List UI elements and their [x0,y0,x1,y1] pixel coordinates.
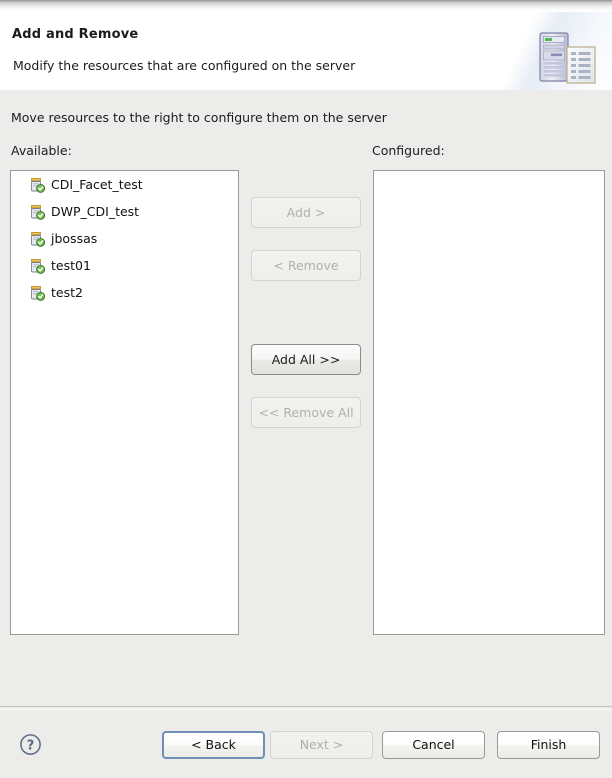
configured-label: Configured: [372,143,445,158]
module-jar-icon [29,177,46,193]
instruction-text: Move resources to the right to configure… [11,110,387,125]
server-and-document-icon [534,30,604,88]
available-label: Available: [11,143,72,158]
configured-list[interactable] [373,170,605,635]
page-title: Add and Remove [12,27,139,42]
remove-button[interactable]: < Remove [251,250,361,281]
module-jar-icon [29,204,46,220]
remove-all-button[interactable]: << Remove All [251,397,361,428]
page-description: Modify the resources that are configured… [13,58,356,73]
svg-text:?: ? [27,738,35,753]
module-jar-icon [29,258,46,274]
add-button[interactable]: Add > [251,197,361,228]
module-jar-icon [29,285,46,301]
footer-divider [0,706,612,707]
list-item[interactable]: test01 [11,252,238,279]
list-item-label: CDI_Facet_test [51,176,143,192]
list-item-label: test2 [51,284,83,300]
wizard-content: Move resources to the right to configure… [0,91,612,706]
available-list[interactable]: CDI_Facet_test DWP_CDI_testjbossas test01 t… [10,170,239,635]
list-item[interactable]: jbossas [11,225,238,252]
list-item[interactable]: CDI_Facet_test [11,171,238,198]
list-item[interactable]: test2 [11,279,238,306]
cancel-button[interactable]: Cancel [382,731,485,759]
wizard-header: Add and Remove Modify the resources that… [0,12,612,90]
finish-button[interactable]: Finish [497,731,600,759]
window-title-strip [0,0,612,12]
back-button[interactable]: < Back [162,731,265,759]
list-item[interactable]: DWP_CDI_test [11,198,238,225]
list-item-label: test01 [51,257,91,273]
list-item-label: jbossas [51,230,98,246]
module-jar-icon [29,231,46,247]
list-item-label: DWP_CDI_test [51,203,140,219]
next-button[interactable]: Next > [270,731,373,759]
add-all-button[interactable]: Add All >> [251,344,361,375]
help-question-icon[interactable]: ? [19,733,42,756]
